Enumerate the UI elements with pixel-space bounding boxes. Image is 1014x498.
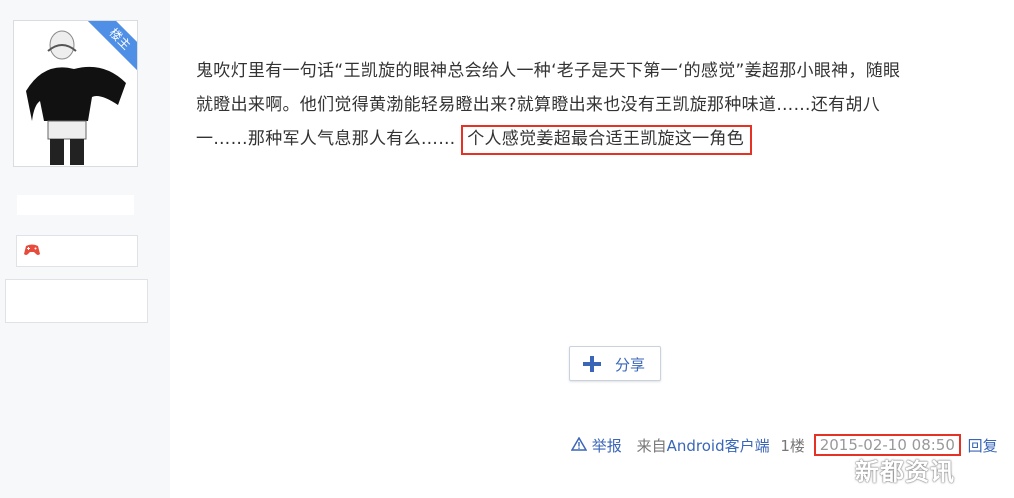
highlighted-sentence: 个人感觉姜超最合适王凯旋这一角色: [461, 125, 753, 155]
source-prefix: 来自: [636, 436, 667, 455]
game-badge[interactable]: [16, 235, 138, 267]
share-button[interactable]: 分享: [569, 346, 661, 381]
user-info-box: [5, 279, 148, 323]
watermark: 新都资讯: [855, 458, 955, 486]
plus-icon: [583, 356, 601, 372]
warning-icon: [570, 436, 588, 451]
report-link[interactable]: 举报: [570, 435, 622, 456]
reply-link[interactable]: 回复: [968, 435, 998, 456]
floor-number: 1楼: [780, 436, 805, 455]
post-source: 来自Android客户端: [637, 435, 770, 456]
username-placeholder: [17, 195, 134, 215]
game-controller-icon: [24, 244, 40, 255]
avatar[interactable]: 楼主: [13, 20, 138, 167]
author-sidebar: 楼主: [0, 0, 170, 498]
android-client-link[interactable]: Android客户端: [667, 435, 770, 456]
report-label: 举报: [591, 436, 622, 455]
share-label: 分享: [615, 356, 646, 374]
post-content: 鬼吹灯里有一句话“王凯旋的眼神总会给人一种‘老子是天下第一‘的感觉”姜超那小眼神…: [196, 54, 996, 156]
